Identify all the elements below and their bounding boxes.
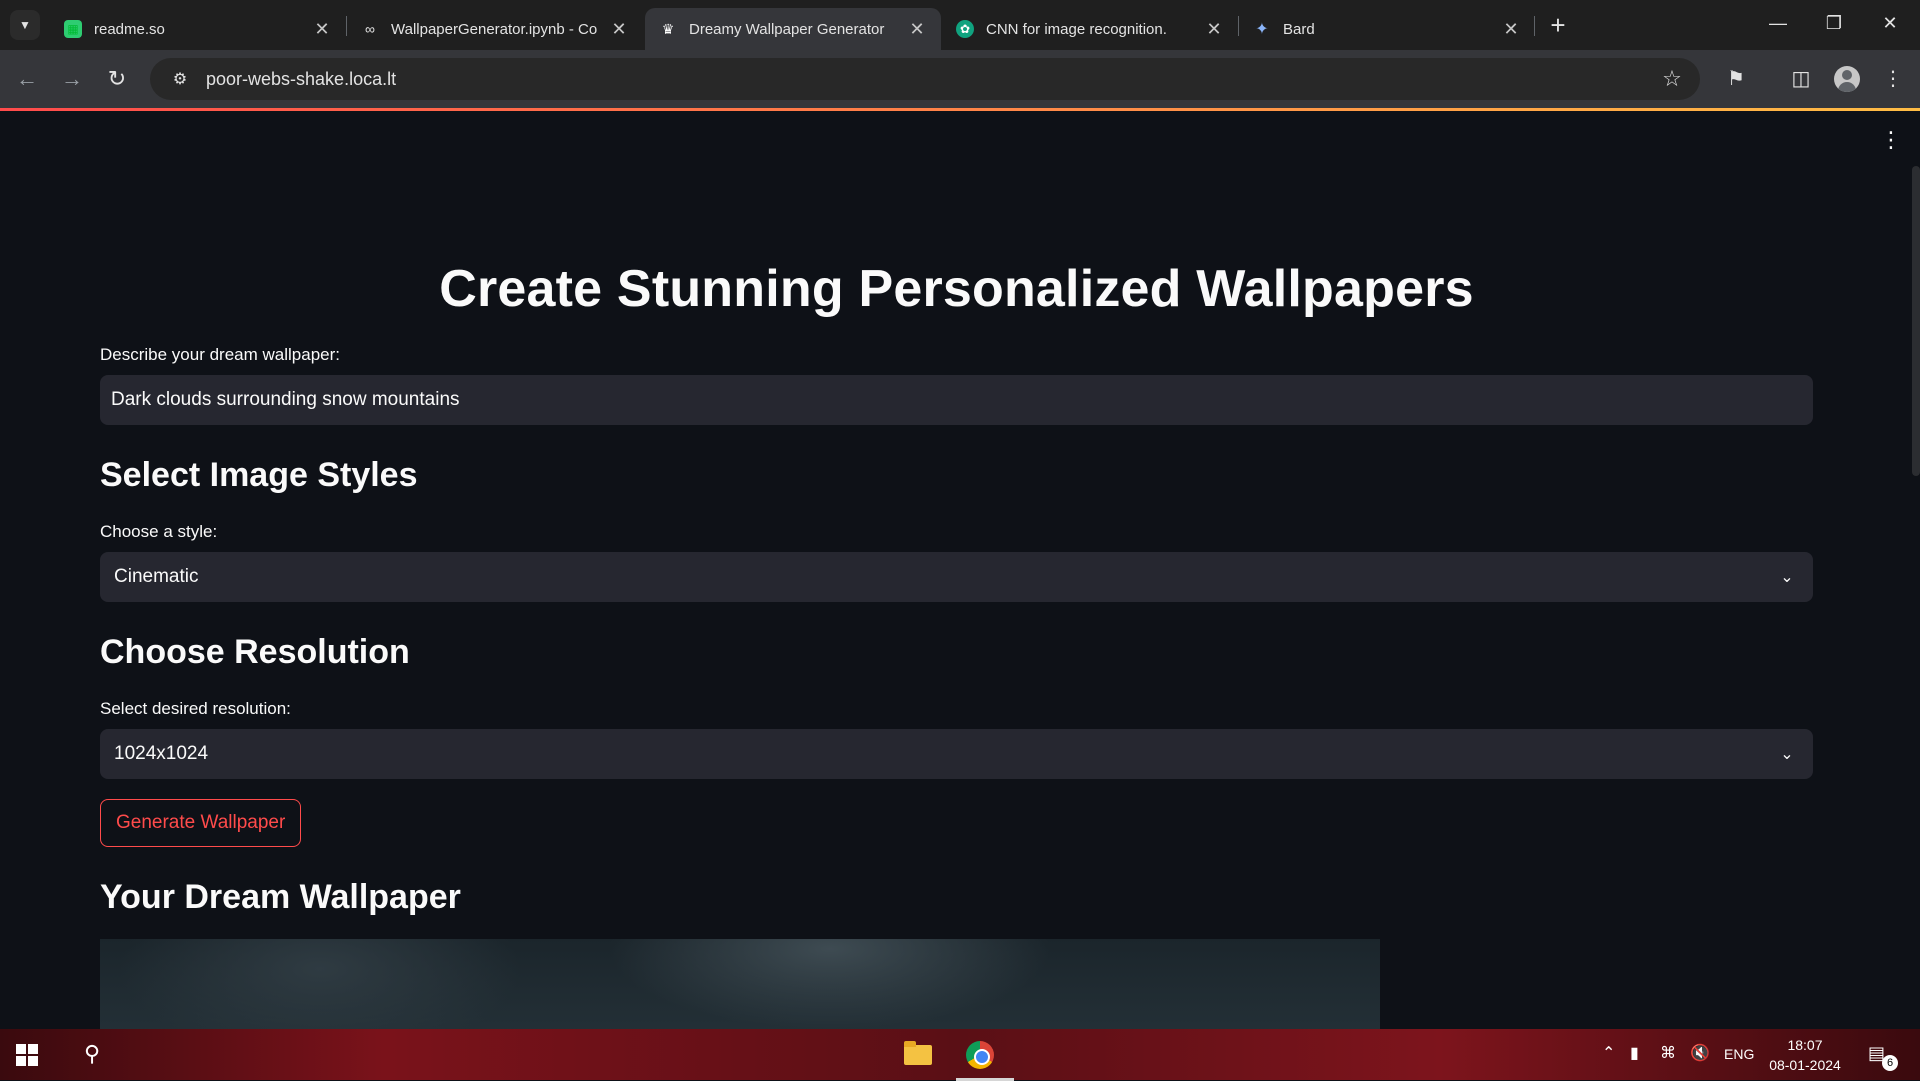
style-label: Choose a style: bbox=[100, 522, 218, 541]
chevron-down-icon: ⌄ bbox=[1780, 746, 1794, 763]
chevron-down-icon: ⌄ bbox=[1780, 569, 1794, 586]
clock-time: 18:07 bbox=[1787, 1037, 1823, 1053]
window-close-button[interactable]: ✕ bbox=[1870, 8, 1910, 38]
windows-start-icon[interactable] bbox=[16, 1044, 38, 1066]
tab-title: Bard bbox=[1283, 20, 1315, 38]
speaker-muted-icon[interactable]: 🔇 bbox=[1690, 1043, 1710, 1063]
styles-heading: Select Image Styles bbox=[100, 456, 418, 494]
restore-button[interactable]: ❐ bbox=[1814, 8, 1854, 38]
site-info-icon[interactable]: ⚙ bbox=[160, 69, 200, 89]
app-page: ⋮ Create Stunning Personalized Wallpaper… bbox=[0, 111, 1920, 1029]
tab-title: CNN for image recognition. bbox=[986, 20, 1167, 38]
tab-title: Dreamy Wallpaper Generator bbox=[689, 20, 885, 38]
browser-toolbar: ← → ↻ ⚙ poor-webs-shake.loca.lt ☆ ⚑ ◫ ⋮ bbox=[0, 50, 1920, 108]
browser-tab-strip: ▼ ▦ readme.so ✕ ∞ WallpaperGenerator.ipy… bbox=[0, 0, 1920, 50]
file-explorer-icon[interactable] bbox=[898, 1035, 938, 1075]
prompt-label: Describe your dream wallpaper: bbox=[100, 345, 340, 364]
app-menu-icon[interactable]: ⋮ bbox=[1880, 129, 1902, 151]
colab-icon: ∞ bbox=[365, 21, 375, 37]
chrome-taskbar-icon[interactable] bbox=[956, 1035, 1014, 1081]
notification-count-badge: 6 bbox=[1882, 1055, 1898, 1071]
streamlit-crown-icon: ♛ bbox=[661, 20, 675, 37]
style-select-value: Cinematic bbox=[114, 566, 199, 587]
tab-title: WallpaperGenerator.ipynb - Co bbox=[391, 20, 598, 38]
result-heading: Your Dream Wallpaper bbox=[100, 878, 461, 916]
chevron-down-icon: ▼ bbox=[19, 18, 31, 32]
notification-center-icon[interactable]: ▤ 6 bbox=[1868, 1043, 1898, 1071]
profile-avatar[interactable] bbox=[1834, 66, 1860, 92]
close-icon[interactable]: ✕ bbox=[1501, 19, 1521, 40]
resolution-label: Select desired resolution: bbox=[100, 699, 291, 718]
side-panel-icon[interactable]: ◫ bbox=[1786, 64, 1816, 94]
tab-title: readme.so bbox=[94, 20, 165, 38]
close-icon[interactable]: ✕ bbox=[907, 19, 927, 40]
close-icon[interactable]: ✕ bbox=[312, 19, 332, 40]
tab-bard[interactable]: ✦ Bard ✕ bbox=[1239, 8, 1535, 50]
tab-colab[interactable]: ∞ WallpaperGenerator.ipynb - Co ✕ bbox=[347, 8, 643, 50]
browser-menu-icon[interactable]: ⋮ bbox=[1878, 64, 1908, 94]
wifi-icon[interactable]: ⌘ bbox=[1660, 1043, 1676, 1063]
page-title: Create Stunning Personalized Wallpapers bbox=[439, 260, 1474, 318]
taskbar-clock[interactable]: 18:07 08-01-2024 bbox=[1760, 1035, 1850, 1075]
language-indicator[interactable]: ENG bbox=[1724, 1046, 1754, 1062]
tab-dreamy-wallpaper-generator[interactable]: ♛ Dreamy Wallpaper Generator ✕ bbox=[645, 8, 941, 50]
reload-button[interactable]: ↻ bbox=[100, 62, 134, 96]
tab-readme[interactable]: ▦ readme.so ✕ bbox=[50, 8, 346, 50]
url-text[interactable]: poor-webs-shake.loca.lt bbox=[206, 69, 1652, 90]
resolution-heading: Choose Resolution bbox=[100, 633, 410, 671]
close-icon[interactable]: ✕ bbox=[1204, 19, 1224, 40]
readme-icon: ▦ bbox=[64, 20, 82, 38]
resolution-select[interactable]: 1024x1024 ⌄ bbox=[100, 729, 1813, 779]
back-button[interactable]: ← bbox=[10, 62, 44, 96]
style-select[interactable]: Cinematic ⌄ bbox=[100, 552, 1813, 602]
bookmark-star-icon[interactable]: ☆ bbox=[1652, 66, 1692, 92]
generate-wallpaper-button[interactable]: Generate Wallpaper bbox=[100, 799, 302, 847]
extensions-icon[interactable]: ⚑ bbox=[1721, 64, 1751, 94]
address-bar[interactable]: ⚙ poor-webs-shake.loca.lt ☆ bbox=[150, 58, 1700, 100]
close-icon[interactable]: ✕ bbox=[609, 19, 629, 40]
tab-separator bbox=[1534, 16, 1535, 36]
search-icon[interactable]: ⚲ bbox=[78, 1041, 106, 1069]
clock-date: 08-01-2024 bbox=[1769, 1057, 1841, 1073]
prompt-input[interactable]: Dark clouds surrounding snow mountains bbox=[100, 375, 1813, 425]
forward-button[interactable]: → bbox=[55, 62, 89, 96]
new-tab-button[interactable]: + bbox=[1544, 12, 1572, 40]
windows-taskbar: ⚲ ⌃ ▮ ⌘ 🔇 ENG 18:07 08-01-2024 ▤ 6 bbox=[0, 1029, 1920, 1081]
page-scrollbar[interactable] bbox=[1912, 166, 1920, 476]
bard-sparkle-icon: ✦ bbox=[1255, 21, 1269, 38]
show-hidden-icons-chevron-up-icon[interactable]: ⌃ bbox=[1602, 1043, 1615, 1063]
tab-search-button[interactable]: ▼ bbox=[10, 10, 40, 40]
prompt-input-value[interactable]: Dark clouds surrounding snow mountains bbox=[111, 389, 460, 411]
resolution-select-value: 1024x1024 bbox=[114, 743, 209, 764]
generated-wallpaper-image bbox=[100, 939, 1380, 1029]
chatgpt-icon: ✿ bbox=[956, 20, 974, 38]
tab-chatgpt[interactable]: ✿ CNN for image recognition. ✕ bbox=[942, 8, 1238, 50]
minimize-button[interactable]: — bbox=[1758, 8, 1798, 38]
battery-icon[interactable]: ▮ bbox=[1630, 1043, 1639, 1063]
